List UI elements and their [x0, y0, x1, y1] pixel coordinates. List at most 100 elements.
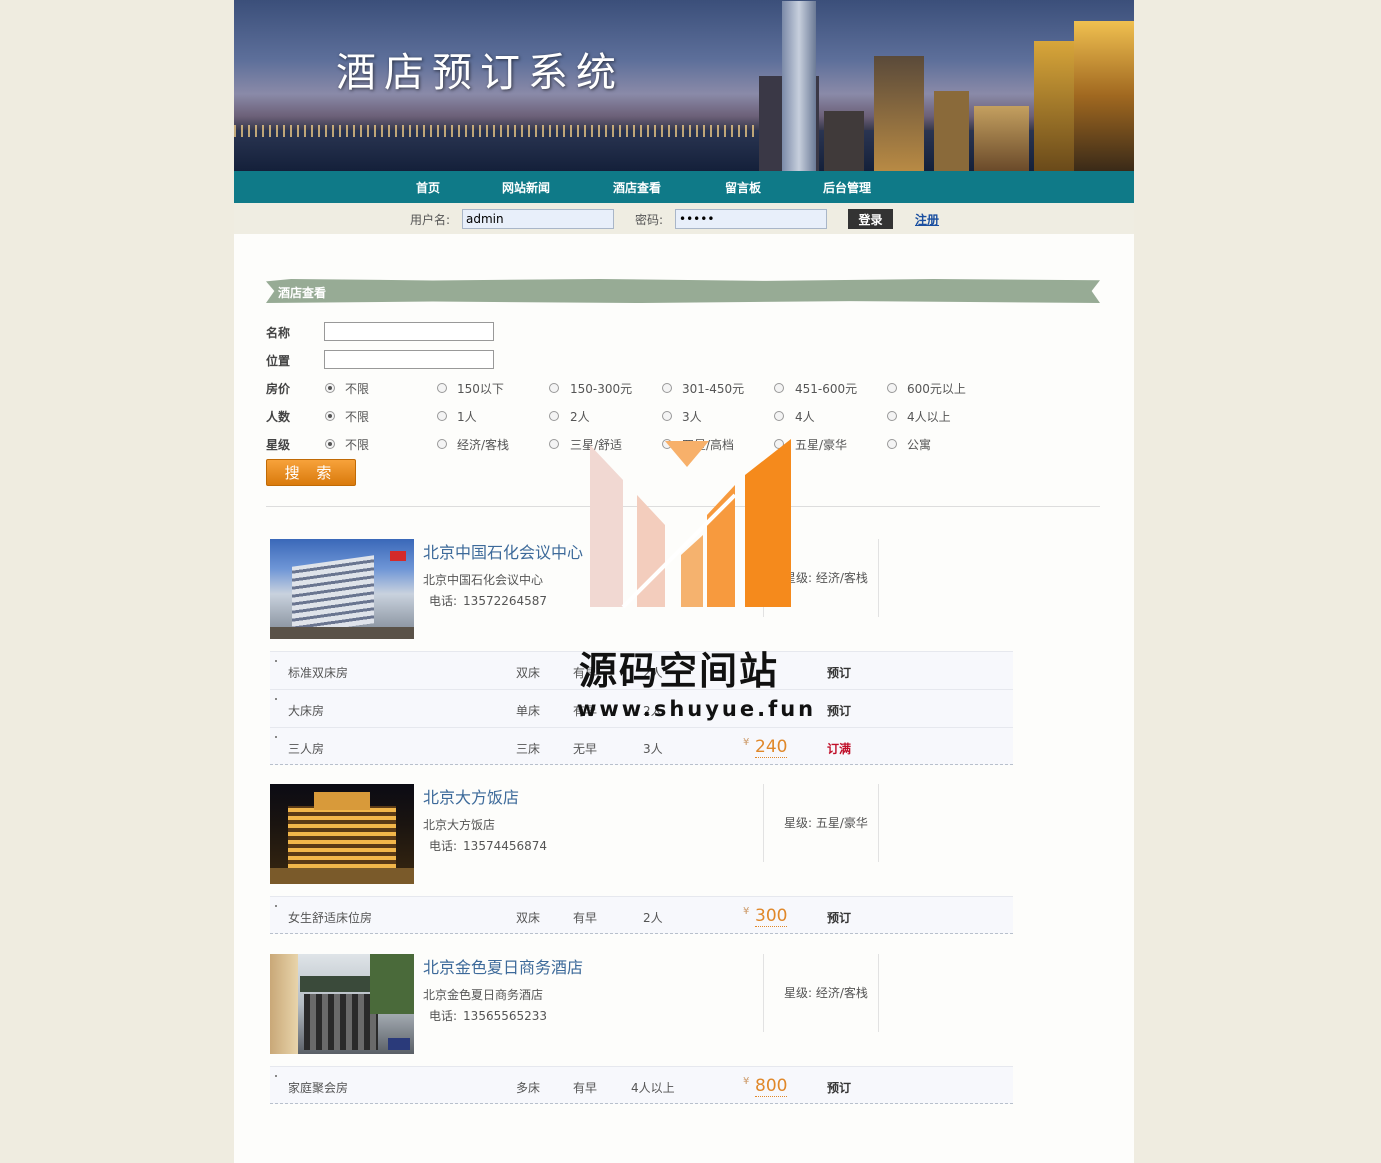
price-radio-301-450[interactable]	[662, 383, 672, 393]
divider	[763, 954, 764, 1032]
people-radio-any[interactable]	[325, 411, 335, 421]
room-people: 2人	[643, 704, 663, 718]
room-price: 800	[755, 1076, 788, 1097]
people-radio-4[interactable]	[774, 411, 784, 421]
price-radio-451-600[interactable]	[774, 383, 784, 393]
nav-home[interactable]: 首页	[416, 179, 440, 196]
hotel-photo[interactable]	[270, 539, 414, 639]
book-button[interactable]: 预订	[827, 909, 851, 926]
password-label: 密码:	[635, 213, 664, 227]
page: 酒店预订系统 首页 网站新闻 酒店查看 留言板 后台管理 用户名: 密码: 登录…	[234, 0, 1134, 1163]
room-type: 三人房	[288, 742, 325, 756]
room-type: 大床房	[288, 704, 325, 718]
location-input[interactable]	[324, 350, 494, 369]
name-input[interactable]	[324, 322, 494, 341]
currency-symbol: ¥	[743, 1076, 750, 1087]
price-label: 房价	[266, 382, 291, 396]
book-button[interactable]: 预订	[827, 1079, 851, 1096]
room-people: 4人以上	[631, 1081, 675, 1095]
people-option-label: 3人	[682, 410, 702, 424]
star-radio-5star[interactable]	[774, 439, 784, 449]
banner-building	[874, 56, 924, 171]
book-button[interactable]: 预订	[827, 664, 851, 681]
room-bed: 双床	[516, 911, 541, 925]
hotel-phone: 电话: 13565565233	[423, 1007, 547, 1024]
currency-symbol: ¥	[743, 737, 750, 748]
bullet-icon	[275, 660, 277, 662]
people-option-label: 不限	[345, 410, 370, 424]
nav-message-board[interactable]: 留言板	[725, 179, 761, 196]
register-link[interactable]: 注册	[915, 211, 939, 228]
people-radio-3[interactable]	[662, 411, 672, 421]
people-option-label: 4人以上	[907, 410, 951, 424]
phone-number: 13574456874	[463, 839, 548, 853]
hotel-address: 北京金色夏日商务酒店	[423, 988, 544, 1002]
room-breakfast: 无早	[573, 742, 598, 756]
star-radio-3star[interactable]	[549, 439, 559, 449]
room-row: 标准双床房 双床 有早 2人 预订	[270, 651, 1013, 689]
hotel-star: 星级: 经济/客栈	[784, 986, 868, 1000]
login-bar: 用户名: 密码: 登录 注册	[234, 203, 1134, 234]
star-option-label: 四星/高档	[682, 438, 735, 452]
star-radio-4star[interactable]	[662, 439, 672, 449]
hotel-name[interactable]: 北京大方饭店	[423, 784, 519, 808]
divider	[878, 784, 879, 862]
name-label: 名称	[266, 326, 291, 340]
username-label: 用户名:	[410, 213, 451, 227]
hotel-name[interactable]: 北京中国石化会议中心	[423, 539, 583, 563]
nav-admin[interactable]: 后台管理	[823, 179, 871, 196]
room-price: 300	[755, 906, 788, 927]
people-radio-1[interactable]	[437, 411, 447, 421]
hotel-address: 北京中国石化会议中心	[423, 573, 544, 587]
password-input[interactable]	[675, 209, 827, 229]
banner-tower	[782, 1, 816, 171]
username-input[interactable]	[462, 209, 614, 229]
hotel-name[interactable]: 北京金色夏日商务酒店	[423, 954, 583, 978]
people-option-label: 4人	[795, 410, 815, 424]
star-option-label: 公寓	[907, 438, 932, 452]
hotel-phone: 电话: 13574456874	[423, 837, 547, 854]
star-radio-economy[interactable]	[437, 439, 447, 449]
nav-news[interactable]: 网站新闻	[502, 179, 550, 196]
people-label: 人数	[266, 410, 291, 424]
price-option-label: 150-300元	[570, 382, 633, 396]
room-breakfast: 有早	[573, 704, 598, 718]
phone-label: 电话:	[429, 594, 458, 608]
banner-building	[824, 111, 864, 171]
price-radio-under150[interactable]	[437, 383, 447, 393]
search-button[interactable]: 搜 索	[266, 459, 356, 486]
bullet-icon	[275, 1075, 277, 1077]
full-status: 订满	[827, 742, 852, 756]
price-radio-over600[interactable]	[887, 383, 897, 393]
divider	[266, 506, 1100, 507]
divider	[878, 954, 879, 1032]
room-bed: 双床	[516, 666, 541, 680]
star-option-label: 三星/舒适	[570, 438, 623, 452]
hotel-address: 北京大方饭店	[423, 818, 496, 832]
star-radio-any[interactable]	[325, 439, 335, 449]
banner-title: 酒店预订系统	[336, 50, 624, 96]
nav-hotels[interactable]: 酒店查看	[613, 179, 661, 196]
banner-building	[1074, 21, 1134, 171]
room-bed: 多床	[516, 1081, 541, 1095]
currency-symbol: ¥	[743, 906, 750, 917]
room-breakfast: 有早	[573, 666, 598, 680]
star-option-label: 经济/客栈	[457, 438, 510, 452]
location-label: 位置	[266, 354, 291, 368]
bullet-icon	[275, 698, 277, 700]
room-bed: 三床	[516, 742, 541, 756]
people-option-label: 2人	[570, 410, 590, 424]
people-option-label: 1人	[457, 410, 477, 424]
hotel-photo[interactable]	[270, 784, 414, 884]
room-people: 2人	[643, 911, 663, 925]
people-radio-over4[interactable]	[887, 411, 897, 421]
login-button[interactable]: 登录	[848, 209, 893, 229]
book-button[interactable]: 预订	[827, 702, 851, 719]
price-radio-any[interactable]	[325, 383, 335, 393]
price-radio-150-300[interactable]	[549, 383, 559, 393]
hotel-photo[interactable]	[270, 954, 414, 1054]
divider	[878, 539, 879, 617]
people-radio-2[interactable]	[549, 411, 559, 421]
star-radio-apartment[interactable]	[887, 439, 897, 449]
section-title: 酒店查看	[278, 286, 327, 300]
